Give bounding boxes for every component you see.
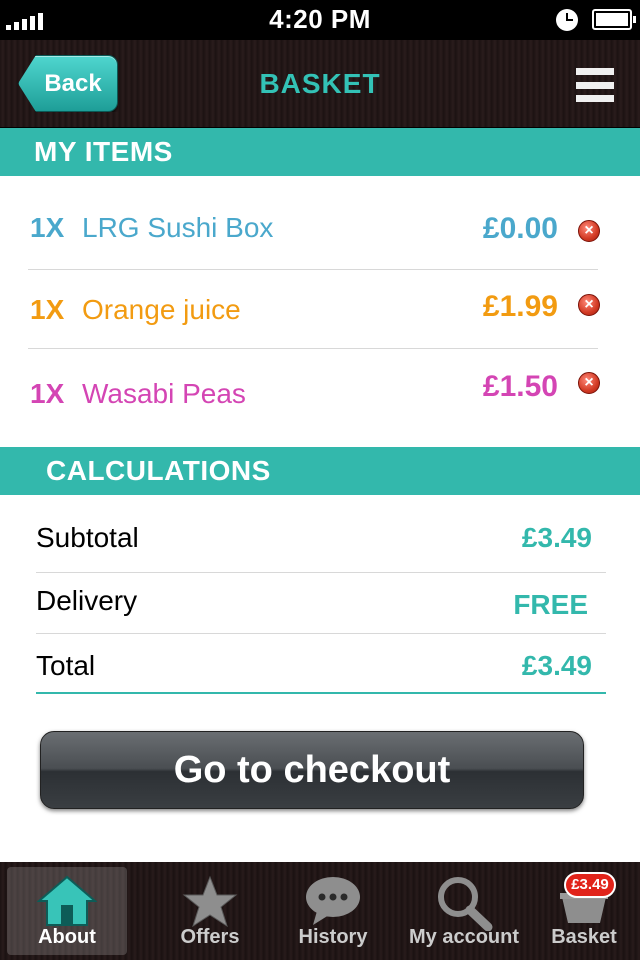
total-underline xyxy=(36,692,606,694)
status-time: 4:20 PM xyxy=(269,4,371,34)
delivery-label: Delivery xyxy=(36,585,138,616)
navigation-bar: Back BASKET xyxy=(0,40,640,128)
item-name: Wasabi Peas xyxy=(82,378,246,409)
basket-total-badge: £3.49 xyxy=(564,872,616,898)
basket-item: 1X Wasabi Peas £1.50 × xyxy=(30,350,600,430)
tab-offers[interactable]: Offers xyxy=(150,867,270,955)
delivery-value: FREE xyxy=(513,589,588,620)
calculations-title: CALCULATIONS xyxy=(46,455,271,486)
home-icon xyxy=(36,875,98,932)
tab-label: Basket xyxy=(551,926,617,948)
battery-icon xyxy=(592,9,636,30)
basket-item: 1X LRG Sushi Box £0.00 × xyxy=(30,188,600,268)
tab-about[interactable]: About xyxy=(7,867,127,955)
tab-my-account[interactable]: My account xyxy=(402,867,526,955)
item-name: LRG Sushi Box xyxy=(82,212,274,243)
my-items-header: MY ITEMS xyxy=(0,128,640,176)
item-quantity: 1X xyxy=(30,378,65,409)
item-price: £1.50 xyxy=(482,370,558,403)
tab-bar: About Offers History My account Basket £… xyxy=(0,862,640,960)
page-title: BASKET xyxy=(259,68,381,99)
alarm-clock-icon xyxy=(556,9,578,31)
subtotal-row: Subtotal £3.49 xyxy=(36,508,606,568)
status-bar: 4:20 PM xyxy=(0,0,640,40)
tab-label: My account xyxy=(408,926,520,948)
remove-item-icon[interactable]: × xyxy=(578,372,600,394)
item-name: Orange juice xyxy=(82,294,241,325)
item-price: £1.99 xyxy=(482,290,558,323)
tab-history[interactable]: History xyxy=(273,867,393,955)
item-quantity: 1X xyxy=(30,294,65,325)
subtotal-value: £3.49 xyxy=(521,522,592,553)
remove-item-icon[interactable]: × xyxy=(578,294,600,316)
subtotal-label: Subtotal xyxy=(36,522,139,553)
divider xyxy=(28,348,598,349)
speech-bubble-icon xyxy=(303,875,363,932)
item-price: £0.00 xyxy=(482,212,558,245)
total-label: Total xyxy=(36,650,96,681)
total-value: £3.49 xyxy=(521,650,592,681)
checkout-button[interactable]: Go to checkout xyxy=(40,731,584,809)
item-quantity: 1X xyxy=(30,212,65,243)
total-row: Total £3.49 xyxy=(36,634,606,694)
tab-label: History xyxy=(298,926,368,948)
tab-label: Offers xyxy=(180,926,240,948)
basket-item: 1X Orange juice £1.99 × xyxy=(30,270,600,350)
delivery-row: Delivery FREE xyxy=(36,573,606,633)
menu-icon[interactable] xyxy=(576,68,614,102)
tab-label: About xyxy=(38,926,96,948)
calculations-header: CALCULATIONS xyxy=(0,447,640,495)
my-items-title: MY ITEMS xyxy=(34,136,173,167)
remove-item-icon[interactable]: × xyxy=(578,220,600,242)
